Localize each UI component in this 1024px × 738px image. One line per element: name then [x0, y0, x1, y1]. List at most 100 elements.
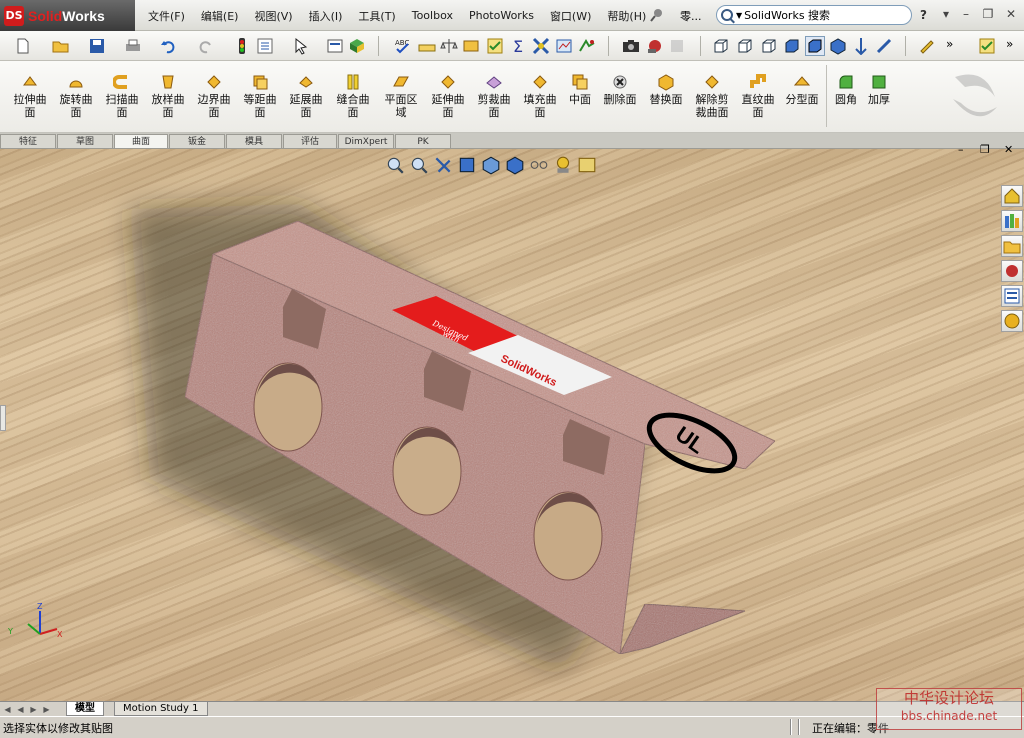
tab-mold-tools[interactable]: 模具: [226, 134, 282, 148]
tab-dimxpert[interactable]: DimXpert: [338, 134, 394, 148]
planar-surface-button[interactable]: 平面区域: [378, 73, 424, 119]
graphics-area[interactable]: Designed with SolidWorks UL Z X Y: [0, 149, 1024, 701]
feature-manager-handle[interactable]: [0, 405, 6, 431]
view-palette-icon[interactable]: [1001, 285, 1023, 307]
menu-photoworks[interactable]: PhotoWorks: [461, 9, 542, 22]
appearance-icon[interactable]: [348, 37, 366, 55]
mass-properties-icon[interactable]: [440, 37, 458, 55]
minimize-button[interactable]: –: [958, 7, 974, 23]
search-results-icon[interactable]: [1001, 260, 1023, 282]
properties-icon[interactable]: [326, 37, 344, 55]
radiate-surface-button[interactable]: 延展曲面: [284, 73, 328, 119]
save-icon[interactable]: [88, 37, 106, 55]
design-library-icon[interactable]: [1001, 210, 1023, 232]
undo-icon[interactable]: [160, 37, 178, 55]
view-left-icon[interactable]: [760, 37, 778, 55]
menu-toolbox[interactable]: Toolbox: [404, 9, 461, 22]
menu-file[interactable]: 文件(F): [140, 8, 193, 24]
zoom-to-fit-icon[interactable]: [385, 155, 405, 175]
camera-icon[interactable]: [622, 37, 640, 55]
toolbar-overflow-icon[interactable]: »: [1006, 37, 1024, 55]
next-tab-arrow-icon[interactable]: ▶: [28, 704, 39, 715]
restore-button[interactable]: ❐: [980, 7, 996, 23]
delete-face-button[interactable]: 删除面: [598, 73, 642, 106]
print-icon[interactable]: [124, 37, 142, 55]
tab-features[interactable]: 特征: [0, 134, 56, 148]
first-tab-arrow-icon[interactable]: ◀: [2, 704, 13, 715]
menu-view[interactable]: 视图(V): [246, 8, 300, 24]
feature-statistics-icon[interactable]: [578, 37, 596, 55]
filled-surface-button[interactable]: 填充曲面: [518, 73, 562, 119]
mid-surface-button[interactable]: 中面: [564, 73, 596, 106]
tab-sketch[interactable]: 草图: [57, 134, 113, 148]
view-orientation-icon[interactable]: [852, 37, 870, 55]
toolbar-overflow-icon[interactable]: »: [946, 37, 964, 55]
options-icon[interactable]: [256, 37, 274, 55]
tab-evaluate[interactable]: 评估: [283, 134, 337, 148]
render-options-icon[interactable]: [668, 37, 686, 55]
knit-surface-button[interactable]: 缝合曲面: [330, 73, 376, 119]
help-dropdown-icon[interactable]: ▾: [938, 7, 954, 23]
menu-window[interactable]: 窗口(W): [542, 8, 599, 24]
lofted-surface-button[interactable]: 放样曲面: [146, 73, 190, 119]
file-explorer-icon[interactable]: [1001, 235, 1023, 257]
menu-insert[interactable]: 插入(I): [301, 8, 351, 24]
view-front-icon[interactable]: [712, 37, 730, 55]
pin-icon[interactable]: [650, 8, 664, 22]
apply-scene-icon[interactable]: [577, 155, 597, 175]
viewport-minimize-button[interactable]: –: [958, 143, 964, 156]
rebuild-icon[interactable]: [233, 37, 251, 55]
interference-icon[interactable]: [532, 37, 550, 55]
zoom-pan-icon[interactable]: [875, 37, 893, 55]
parting-surface-button[interactable]: 分型面: [782, 73, 822, 106]
boundary-surface-button[interactable]: 边界曲面: [192, 73, 236, 119]
view-back-icon[interactable]: [736, 37, 754, 55]
swept-surface-button[interactable]: 扫描曲面: [100, 73, 144, 119]
view-isometric-icon[interactable]: [829, 37, 847, 55]
close-button[interactable]: ✕: [1003, 7, 1019, 23]
solidworks-logo[interactable]: DS SolidWorks: [0, 0, 135, 31]
view-shaded-icon[interactable]: [783, 37, 801, 55]
menu-tools[interactable]: 工具(T): [350, 8, 403, 24]
spelling-icon[interactable]: ABC: [394, 37, 412, 55]
view-orientation-icon[interactable]: [481, 155, 501, 175]
thicken-button[interactable]: 加厚: [864, 73, 894, 106]
revolved-surface-button[interactable]: 旋转曲面: [54, 73, 98, 119]
extruded-surface-button[interactable]: 拉伸曲面: [8, 73, 52, 119]
tab-sheet-metal[interactable]: 钣金: [169, 134, 225, 148]
home-icon[interactable]: [1001, 185, 1023, 207]
display-style-icon[interactable]: [505, 155, 525, 175]
select-icon[interactable]: [292, 37, 310, 55]
search-input[interactable]: ▼ SolidWorks 搜索: [716, 5, 912, 25]
prev-tab-arrow-icon[interactable]: ◀: [15, 704, 26, 715]
help-button[interactable]: ?: [920, 8, 927, 22]
chevron-down-icon[interactable]: ▼: [736, 11, 742, 20]
edit-appearance-icon[interactable]: [553, 155, 573, 175]
section-view-icon[interactable]: [457, 155, 477, 175]
untrim-surface-button[interactable]: 解除剪 裁曲面: [690, 73, 734, 119]
geometry-analysis-icon[interactable]: [555, 37, 573, 55]
open-folder-icon[interactable]: [52, 37, 70, 55]
ruled-surface-button[interactable]: 直纹曲面: [736, 73, 780, 119]
redo-icon[interactable]: [196, 37, 214, 55]
equations-icon[interactable]: Σ: [510, 37, 528, 55]
new-document-icon[interactable]: [14, 37, 32, 55]
offset-surface-button[interactable]: 等距曲面: [238, 73, 282, 119]
sketch-tools-icon[interactable]: [918, 37, 936, 55]
tab-model[interactable]: 模型: [66, 702, 104, 716]
section-properties-icon[interactable]: [462, 37, 480, 55]
viewport-close-button[interactable]: ✕: [1004, 143, 1013, 156]
check-box-icon[interactable]: [978, 37, 996, 55]
trim-surface-button[interactable]: 剪裁曲面: [472, 73, 516, 119]
tab-surfaces[interactable]: 曲面: [114, 134, 168, 148]
previous-view-icon[interactable]: [433, 155, 453, 175]
hide-show-items-icon[interactable]: [529, 155, 549, 175]
viewport-restore-button[interactable]: ❐: [980, 143, 990, 156]
tab-pk[interactable]: PK: [395, 134, 451, 148]
zoom-to-area-icon[interactable]: [409, 155, 429, 175]
appearances-scenes-icon[interactable]: [1001, 310, 1023, 332]
extend-surface-button[interactable]: 延伸曲面: [426, 73, 470, 119]
tab-motion-study[interactable]: Motion Study 1: [114, 702, 208, 716]
menu-help[interactable]: 帮助(H): [599, 8, 654, 24]
menu-edit[interactable]: 编辑(E): [193, 8, 247, 24]
